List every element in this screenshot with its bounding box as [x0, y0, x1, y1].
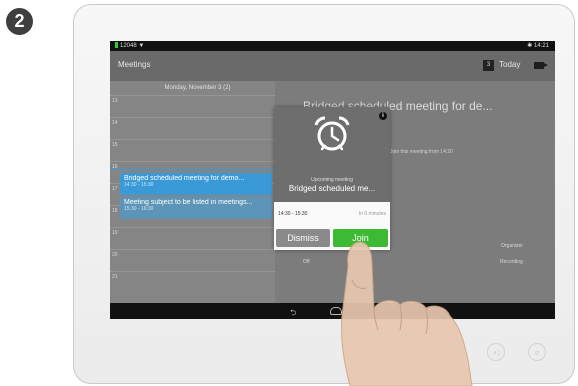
app-title: Meetings	[118, 60, 151, 69]
hour-row: 21	[110, 271, 275, 293]
status-left: 12048 ▼	[115, 41, 144, 51]
hour-label: 21	[112, 274, 118, 280]
back-arrow-icon[interactable]: ⮌	[290, 307, 296, 319]
hour-label: 13	[112, 98, 118, 104]
app-bar: Meetings 3 Today	[110, 51, 555, 81]
dismiss-button[interactable]: Dismiss	[276, 229, 330, 247]
pointing-hand-illustration	[341, 241, 473, 386]
reminder-time: 14:30 - 15:30	[278, 211, 308, 217]
current-time-indicator	[110, 169, 275, 170]
status-bar: 12048 ▼ ✱ 14:21	[110, 41, 555, 51]
upcoming-label: Upcoming meeting	[311, 177, 353, 183]
video-camera-icon[interactable]	[534, 62, 548, 69]
hour-row: 14	[110, 117, 275, 139]
recording-value: Off	[303, 259, 310, 265]
alarm-clock-icon	[314, 116, 350, 151]
hour-row: 19	[110, 227, 275, 249]
reminder-info-row: 14:30 - 15:30 In 9 minutes	[274, 202, 390, 225]
event-title: Bridged scheduled meeting for demo...	[124, 175, 245, 182]
mute-microphone-icon[interactable]: ⌀	[528, 343, 546, 361]
reminder-eta: In 9 minutes	[358, 211, 386, 217]
status-clock: ✱ 14:21	[527, 43, 549, 49]
reminder-meeting-title: Bridged scheduled me...	[288, 184, 376, 193]
event-time: 15:30 - 16:30	[124, 206, 154, 212]
meeting-reminder-dialog: i Upcoming meeting Bridged scheduled me.…	[274, 107, 390, 250]
event-title: Meeting subject to be listed in meetings…	[124, 199, 253, 206]
day-header: Monday, November 3 (2)	[164, 85, 231, 91]
hour-label: 19	[112, 230, 118, 236]
battery-icon	[115, 42, 118, 49]
organizer-label: Organizer	[501, 243, 523, 249]
hour-label: 18	[112, 208, 118, 214]
calendar-event[interactable]: Bridged scheduled meeting for demo... 14…	[120, 173, 272, 195]
step-number-badge: 2	[6, 8, 33, 35]
hour-label: 14	[112, 120, 118, 126]
hour-label: 20	[112, 252, 118, 258]
hour-row: 20	[110, 249, 275, 271]
today-button[interactable]: Today	[499, 60, 520, 69]
meeting-details-subtitle: Join this meeting from 14:20	[390, 149, 453, 155]
calendar-day-view: Monday, November 3 (2) 13 14 15 16 17 18…	[110, 81, 275, 303]
calendar-icon[interactable]: 3	[483, 60, 494, 71]
hour-label: 15	[112, 142, 118, 148]
event-time: 14:30 - 15:30	[124, 182, 154, 188]
calendar-event[interactable]: Meeting subject to be listed in meetings…	[120, 197, 272, 219]
info-icon[interactable]: i	[379, 112, 387, 120]
status-left-text: 12048 ▼	[120, 43, 145, 49]
hour-row: 15	[110, 139, 275, 161]
volume-icon[interactable]: ◖)	[487, 343, 505, 361]
recording-label: Recording	[500, 259, 523, 265]
hour-row: 13	[110, 95, 275, 117]
hour-label: 17	[112, 186, 118, 192]
